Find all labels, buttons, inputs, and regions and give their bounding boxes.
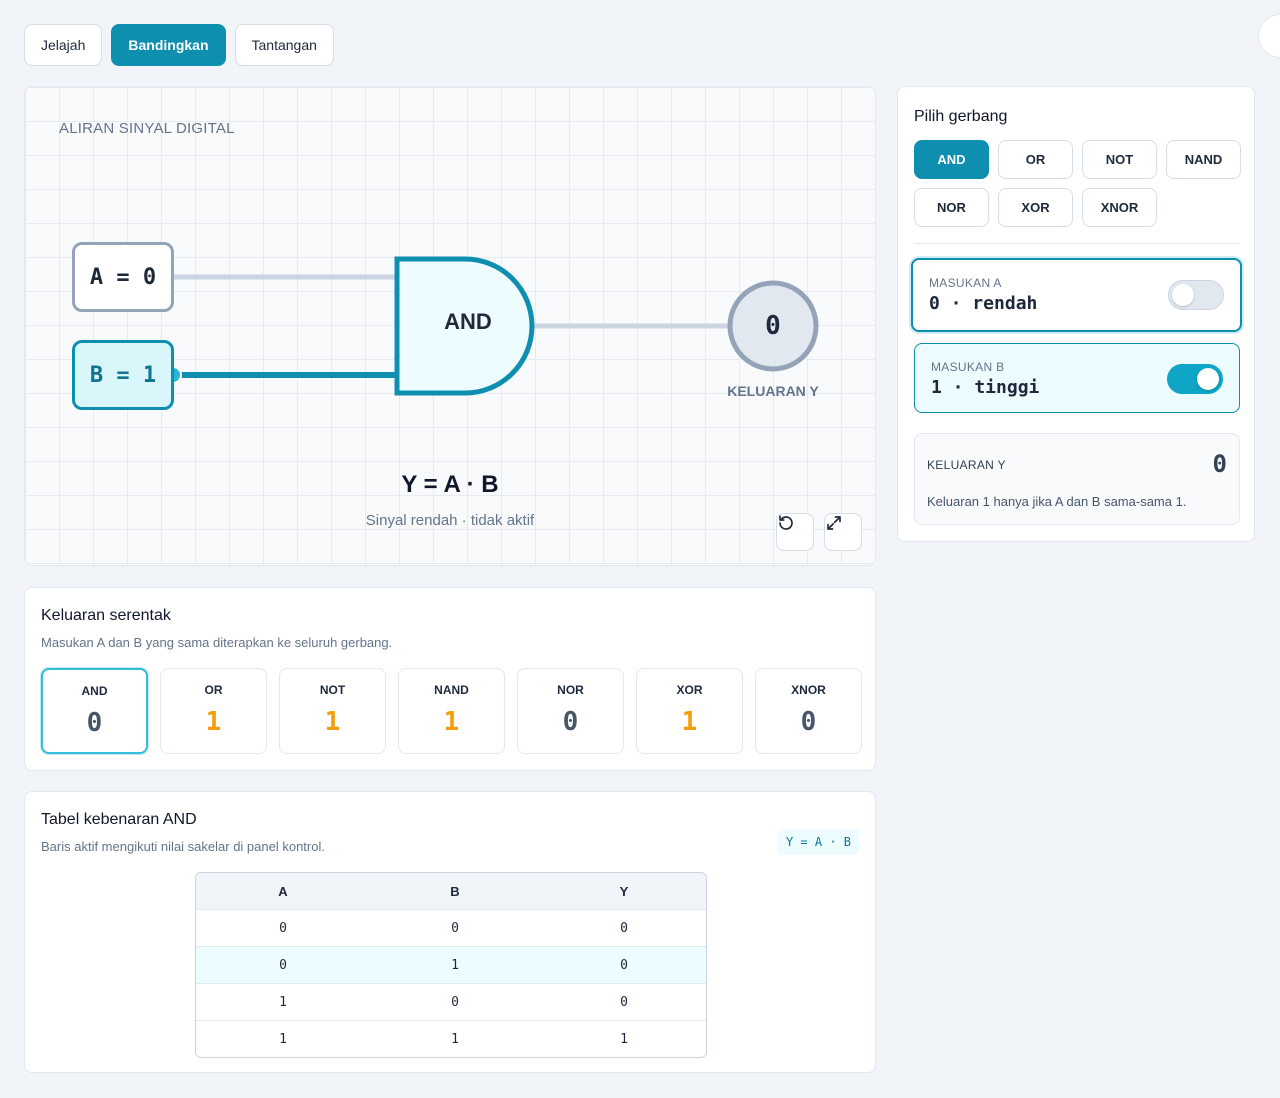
output-description: Keluaran 1 hanya jika A dan B sama-sama … — [927, 494, 1187, 509]
input-a-card[interactable]: MASUKAN A 0 · rendah — [911, 258, 1242, 332]
input-a-caption: MASUKAN A — [929, 276, 1002, 290]
reset-icon — [779, 515, 793, 530]
tab-tantangan[interactable]: Tantangan — [234, 24, 334, 66]
gate-formula: Y = A · B — [401, 471, 499, 498]
gate-output-value: 0 — [562, 707, 579, 737]
header-b: B — [450, 883, 460, 899]
section-subtitle: Masukan A dan B yang sama diterapkan ke … — [41, 635, 393, 650]
gate-output-name: NOT — [319, 683, 346, 697]
truth-table-title: Tabel kebenaran AND — [41, 811, 197, 828]
gate-output-name: AND — [81, 684, 108, 698]
canvas-title: ALIRAN SINYAL DIGITAL — [59, 120, 235, 137]
gate-output-name: NOR — [557, 683, 584, 697]
gate-output-value: 0 — [800, 707, 817, 737]
expression-badge: Y = A · B — [777, 829, 859, 855]
input-b-card[interactable]: MASUKAN B 1 · tinggi — [914, 343, 1240, 413]
mode-tabs: Jelajah Bandingkan Tantangan — [24, 24, 334, 66]
gate-label: AND — [444, 309, 492, 334]
simultaneous-outputs: Keluaran serentak Masukan A dan B yang s… — [24, 587, 876, 771]
output-card: KELUARAN Y 0 Keluaran 1 hanya jika A dan… — [914, 433, 1240, 525]
cell-y: 0 — [620, 920, 628, 936]
input-a-toggle[interactable] — [1168, 280, 1224, 310]
control-panel: Pilih gerbang AND OR NOT NAND NOR XOR XN… — [897, 86, 1255, 542]
gate-output-name: OR — [204, 683, 223, 697]
output-label: KELUARAN Y — [727, 383, 819, 399]
input-b-caption: MASUKAN B — [931, 360, 1005, 374]
gate-output-list: AND 0 OR 1 NOT 1 NAND 1 NOR 0 XOR 1 XNOR… — [41, 668, 862, 754]
input-a-value: 0 · rendah — [929, 293, 1038, 314]
table-row: 1 0 0 — [196, 983, 706, 1020]
gate-output-or[interactable]: OR 1 — [160, 668, 267, 754]
cell-b: 0 — [451, 920, 459, 936]
gate-output-value: 1 — [681, 707, 698, 737]
header-a: A — [278, 883, 288, 899]
toggle-knob — [1197, 368, 1219, 390]
output-big-value: 0 — [1212, 450, 1227, 478]
cell-b: 1 — [451, 1031, 459, 1047]
input-b-value: 1 · tinggi — [931, 377, 1040, 398]
cell-y: 0 — [620, 994, 628, 1010]
cell-a: 0 — [279, 920, 287, 936]
corner-action-button[interactable] — [1258, 14, 1280, 58]
output-caption: KELUARAN Y — [927, 458, 1006, 472]
cell-a: 1 — [279, 1031, 287, 1047]
truth-table: A B Y 0 0 0 0 1 0 1 0 0 1 1 1 — [195, 872, 707, 1058]
section-title: Keluaran serentak — [41, 607, 171, 624]
expand-icon — [827, 516, 841, 530]
gate-button-or[interactable]: OR — [998, 140, 1073, 179]
gate-output-nand[interactable]: NAND 1 — [398, 668, 505, 754]
table-row-active: 0 1 0 — [196, 946, 706, 983]
gate-button-and[interactable]: AND — [914, 140, 989, 179]
gate-button-nand[interactable]: NAND — [1166, 140, 1241, 179]
gate-output-value: 0 — [86, 708, 103, 738]
gate-button-nor[interactable]: NOR — [914, 188, 989, 227]
fullscreen-button[interactable] — [824, 513, 862, 551]
gate-output-name: XOR — [676, 683, 703, 697]
table-row: 0 0 0 — [196, 909, 706, 946]
gate-output-and[interactable]: AND 0 — [41, 668, 148, 754]
gate-output-nor[interactable]: NOR 0 — [517, 668, 624, 754]
input-b-toggle[interactable] — [1167, 364, 1223, 394]
gate-output-name: XNOR — [791, 683, 826, 697]
panel-title: Pilih gerbang — [914, 108, 1008, 125]
divider — [914, 243, 1240, 244]
cell-b: 1 — [451, 957, 459, 973]
gate-output-xnor[interactable]: XNOR 0 — [755, 668, 862, 754]
signal-canvas: ALIRAN SINYAL DIGITAL A = 0 B = 1 AND 0 … — [24, 86, 876, 566]
header-y: Y — [619, 883, 629, 899]
truth-table-card: Tabel kebenaran AND Baris aktif mengikut… — [24, 791, 876, 1073]
cell-b: 0 — [451, 994, 459, 1010]
cell-a: 0 — [279, 957, 287, 973]
output-value: 0 — [765, 311, 781, 341]
signal-status: Sinyal rendah · tidak aktif — [365, 512, 535, 529]
toggle-knob — [1172, 284, 1194, 306]
table-row: 1 1 1 — [196, 1020, 706, 1057]
cell-y: 0 — [620, 957, 628, 973]
gate-selector: AND OR NOT NAND NOR XOR XNOR — [914, 140, 1241, 227]
table-header: A B Y — [196, 873, 706, 909]
gate-output-value: 1 — [324, 707, 341, 737]
gate-output-not[interactable]: NOT 1 — [279, 668, 386, 754]
gate-button-xor[interactable]: XOR — [998, 188, 1073, 227]
input-b-node[interactable]: B = 1 — [72, 340, 174, 410]
gate-output-value: 1 — [205, 707, 222, 737]
gate-button-xnor[interactable]: XNOR — [1082, 188, 1157, 227]
cell-y: 1 — [620, 1031, 628, 1047]
cell-a: 1 — [279, 994, 287, 1010]
input-a-node[interactable]: A = 0 — [72, 242, 174, 312]
truth-table-subtitle: Baris aktif mengikuti nilai sakelar di p… — [41, 839, 325, 854]
gate-output-xor[interactable]: XOR 1 — [636, 668, 743, 754]
gate-output-value: 1 — [443, 707, 460, 737]
gate-output-name: NAND — [434, 683, 469, 697]
tab-bandingkan[interactable]: Bandingkan — [111, 24, 226, 66]
reset-button[interactable] — [776, 513, 814, 551]
gate-button-not[interactable]: NOT — [1082, 140, 1157, 179]
tab-jelajah[interactable]: Jelajah — [24, 24, 103, 66]
